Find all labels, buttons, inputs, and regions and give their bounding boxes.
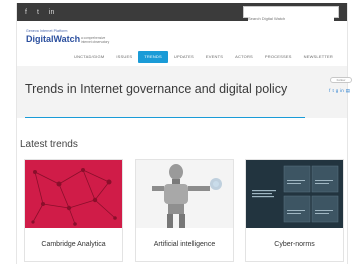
nav-item-trends[interactable]: TRENDS [138,51,168,63]
network-graph-image [25,160,122,228]
google-plus-icon[interactable]: g [336,88,339,94]
nav-item-unctad[interactable]: UNCTAD/GIGM [68,51,110,63]
page-title: Trends in Internet governance and digita… [25,82,288,96]
linkedin-icon[interactable]: in [49,9,54,16]
print-icon[interactable]: ▤ [346,88,350,94]
nav-item-updates[interactable]: UPDATES [168,51,200,63]
top-bar: f t in [17,3,347,24]
card-label: Cyber-norms [274,241,315,248]
robot-image [136,160,233,228]
title-underline [25,117,305,118]
nav-item-issues[interactable]: ISSUES [110,51,138,63]
linkedin-icon[interactable]: in [340,88,344,94]
follow-button[interactable]: Follow [330,77,352,83]
card-label: Cambridge Analytica [41,241,106,248]
card-label: Artificial intelligence [153,241,216,248]
logo-brand: DigitalWatch [26,34,81,44]
facebook-icon[interactable]: f [329,88,330,94]
trend-card-cambridge-analytica[interactable]: Cambridge Analytica [24,159,123,262]
facebook-icon[interactable]: f [25,9,27,16]
nav-item-newsletter[interactable]: NEWSLETTER [298,51,339,63]
nav-item-processes[interactable]: PROCESSES [259,51,298,63]
infographic-image [246,160,343,228]
logo-tagline: a comprehensive internet observatory [81,36,110,44]
twitter-icon[interactable]: t [332,88,333,94]
social-links: f t in [25,9,54,16]
section-heading: Latest trends [20,139,78,150]
main-nav: UNCTAD/GIGM ISSUES TRENDS UPDATES EVENTS… [68,51,339,63]
site-logo[interactable]: Geneva Internet Platform DigitalWatch [26,29,80,44]
twitter-icon[interactable]: t [37,9,39,16]
trend-card-cyber-norms[interactable]: Cyber-norms [245,159,344,262]
trend-card-artificial-intelligence[interactable]: Artificial intelligence [135,159,234,262]
search-box[interactable] [243,6,339,24]
logo-pretitle: Geneva Internet Platform [26,29,68,33]
nav-item-events[interactable]: EVENTS [200,51,229,63]
nav-item-actors[interactable]: ACTORS [229,51,259,63]
share-icons: f t g in ▤ [329,88,350,94]
